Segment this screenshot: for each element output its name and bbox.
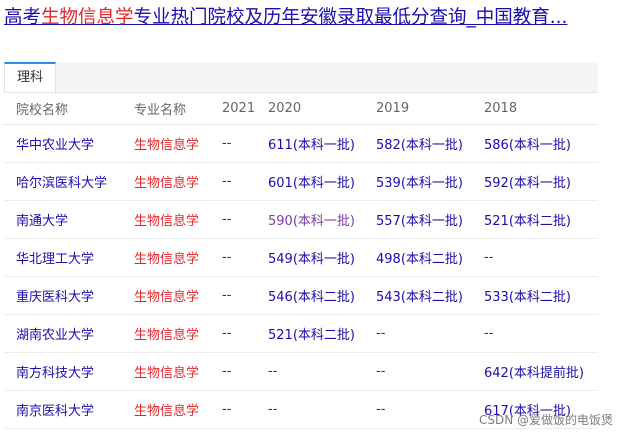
table-row: 华中农业大学 生物信息学 -- 611(本科一批) 582(本科一批) 586(… [4,124,598,163]
score-2020: -- [256,390,364,429]
header-school: 院校名称 [4,92,122,125]
score-2020-link[interactable]: 549(本科一批) [256,238,364,277]
score-2019: -- [364,352,472,391]
score-2020-link[interactable]: 611(本科一批) [256,124,364,163]
major-link[interactable]: 生物信息学 [122,124,210,163]
score-2021: -- [210,162,256,201]
title-highlight: 生物信息学 [41,7,134,28]
header-2020: 2020 [256,92,364,125]
major-link[interactable]: 生物信息学 [122,352,210,391]
header-2018: 2018 [472,92,598,125]
table-row: 南方科技大学 生物信息学 -- -- -- 642(本科提前批) [4,352,598,391]
school-link[interactable]: 湖南农业大学 [4,314,122,353]
header-2019: 2019 [364,92,472,125]
score-2019-link[interactable]: 498(本科二批) [364,238,472,277]
major-link[interactable]: 生物信息学 [122,238,210,277]
table-row: 哈尔滨医科大学 生物信息学 -- 601(本科一批) 539(本科一批) 592… [4,162,598,201]
header-2021: 2021 [210,92,256,125]
school-link[interactable]: 南方科技大学 [4,352,122,391]
score-2019-link[interactable]: 582(本科一批) [364,124,472,163]
school-link[interactable]: 南通大学 [4,200,122,239]
score-2018: -- [472,314,598,353]
csdn-watermark: CSDN @爱做饭的电饭煲 [478,413,613,427]
score-2021: -- [210,276,256,315]
page-title-link[interactable]: 高考生物信息学专业热门院校及历年安徽录取最低分查询_中国教育... [4,5,604,30]
score-2018: -- [472,238,598,277]
score-2019-link[interactable]: 543(本科二批) [364,276,472,315]
score-2020-link[interactable]: 521(本科二批) [256,314,364,353]
title-prefix: 高考 [4,7,42,28]
score-2020: -- [256,352,364,391]
score-2018-link[interactable]: 586(本科一批) [472,124,598,163]
school-link[interactable]: 南京医科大学 [4,390,122,429]
admission-scores-table: 院校名称 专业名称 2021 2020 2019 2018 华中农业大学 生物信… [4,92,598,429]
major-link[interactable]: 生物信息学 [122,200,210,239]
major-link[interactable]: 生物信息学 [122,162,210,201]
score-2019-link[interactable]: 557(本科一批) [364,200,472,239]
score-2021: -- [210,314,256,353]
score-2020-link[interactable]: 601(本科一批) [256,162,364,201]
title-suffix: 专业热门院校及历年安徽录取最低分查询_中国教育... [133,7,568,28]
school-link[interactable]: 华北理工大学 [4,238,122,277]
school-link[interactable]: 哈尔滨医科大学 [4,162,122,201]
table-row: 华北理工大学 生物信息学 -- 549(本科一批) 498(本科二批) -- [4,238,598,277]
score-2019-link[interactable]: 539(本科一批) [364,162,472,201]
tab-science[interactable]: 理科 [4,62,56,92]
table-row: 重庆医科大学 生物信息学 -- 546(本科二批) 543(本科二批) 533(… [4,276,598,315]
score-2018-link[interactable]: 533(本科二批) [472,276,598,315]
table-row: 南通大学 生物信息学 -- 590(本科一批) 557(本科一批) 521(本科… [4,200,598,239]
major-link[interactable]: 生物信息学 [122,314,210,353]
table-row: 湖南农业大学 生物信息学 -- 521(本科二批) -- -- [4,314,598,353]
score-2019: -- [364,314,472,353]
score-2019: -- [364,390,472,429]
tab-bar: 理科 [4,62,598,93]
score-2018-link[interactable]: 521(本科二批) [472,200,598,239]
score-2021: -- [210,390,256,429]
score-2020-link[interactable]: 590(本科一批) [256,200,364,239]
score-2018-link[interactable]: 592(本科一批) [472,162,598,201]
major-link[interactable]: 生物信息学 [122,390,210,429]
score-2021: -- [210,238,256,277]
score-2021: -- [210,352,256,391]
score-2020-link[interactable]: 546(本科二批) [256,276,364,315]
major-link[interactable]: 生物信息学 [122,276,210,315]
header-major: 专业名称 [122,92,210,125]
score-2021: -- [210,124,256,163]
table-header-row: 院校名称 专业名称 2021 2020 2019 2018 [4,92,598,125]
score-2021: -- [210,200,256,239]
score-2018-link[interactable]: 642(本科提前批) [472,352,598,391]
school-link[interactable]: 华中农业大学 [4,124,122,163]
school-link[interactable]: 重庆医科大学 [4,276,122,315]
